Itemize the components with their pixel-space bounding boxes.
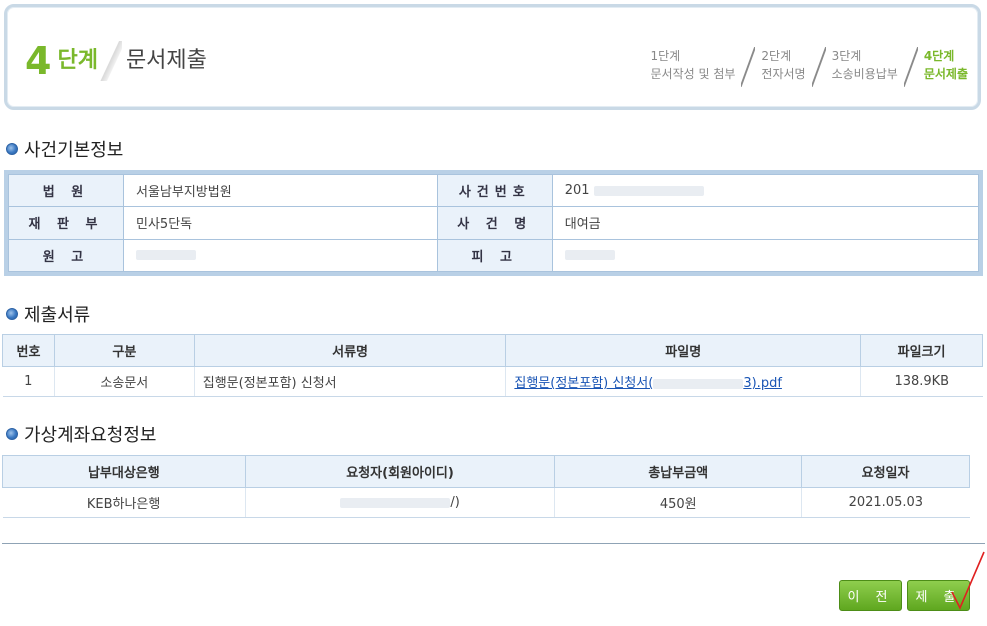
virtual-account-title: 가상계좌요청정보 (24, 425, 157, 446)
redacted-block (136, 250, 196, 261)
virtual-account-table: 납부대상은행 요청자(회원아이디) 총납부금액 요청일자 KEB하나은행 /) … (2, 455, 970, 518)
step-separator-icon (903, 47, 918, 87)
column-header: 번호 (2, 334, 55, 367)
slash-divider-icon (99, 41, 122, 81)
file-name-prefix: 집행문(정본포함) 신청서( (514, 376, 654, 391)
prev-button[interactable]: 이 전 (839, 580, 902, 611)
step-separator-icon (811, 47, 826, 87)
redacted-block (653, 378, 744, 389)
column-header: 파일크기 (860, 334, 983, 367)
column-header: 구분 (53, 334, 195, 367)
column-header: 파일명 (505, 334, 862, 367)
bullet-icon (6, 143, 18, 155)
step-item-desc: 문서제출 (923, 67, 968, 81)
case-number-value: 201 (564, 183, 590, 199)
case-info-title: 사건기본정보 (24, 140, 124, 161)
step-header: 4 단계 문서제출 1단계 문서작성 및 첨부 2단계 전자서명 3단계 소송비… (4, 4, 981, 110)
step-item-desc: 전자서명 (761, 67, 806, 81)
column-header: 서류명 (193, 334, 507, 367)
step-item-label: 3단계 (831, 49, 862, 63)
documents-table: 번호 구분 서류명 파일명 파일크기 1 소송문서 집행문(정본포함) 신청서 … (2, 334, 983, 397)
divider (2, 543, 985, 544)
step-number: 4 (25, 39, 52, 83)
bullet-icon (6, 428, 18, 440)
plaintiff-label: 원 고 (8, 238, 124, 273)
step-item-2: 2단계 전자서명 (761, 47, 805, 83)
step-word: 단계 (57, 48, 98, 73)
division-label: 재 판 부 (8, 206, 124, 240)
redacted-block (340, 497, 451, 508)
case-info-heading: 사건기본정보 (6, 136, 123, 162)
doc-type: 소송문서 (53, 366, 195, 397)
column-header: 요청일자 (801, 455, 970, 488)
table-row: 1 소송문서 집행문(정본포함) 신청서 집행문(정본포함) 신청서( 3).pd… (2, 366, 983, 397)
redacted-block (564, 250, 615, 261)
column-header: 총납부금액 (554, 455, 803, 488)
court-label: 법 원 (8, 173, 124, 208)
file-link[interactable]: 집행문(정본포함) 신청서( 3).pdf (514, 376, 782, 391)
doc-name: 집행문(정본포함) 신청서 (193, 366, 506, 397)
case-number-cell: 201 (551, 173, 980, 208)
step-item-label: 4단계 (923, 49, 955, 63)
case-number-label: 사건번호 (436, 173, 553, 208)
defendant-label: 피 고 (436, 238, 553, 273)
file-name-suffix: 3).pdf (743, 376, 782, 391)
doc-number: 1 (2, 366, 55, 397)
case-name-value: 대여금 (551, 206, 980, 240)
bullet-icon (6, 308, 18, 320)
virtual-account-heading: 가상계좌요청정보 (6, 421, 156, 447)
court-value: 서울남부지방법원 (123, 173, 438, 208)
step-name: 문서제출 (125, 48, 207, 73)
step-item-label: 2단계 (761, 49, 792, 63)
case-name-label: 사 건 명 (436, 206, 553, 240)
step-item-1: 1단계 문서작성 및 첨부 (650, 47, 735, 83)
column-header: 요청자(회원아이디) (244, 455, 556, 488)
current-step-title: 4 단계 문서제출 (25, 41, 207, 81)
requester-suffix: /) (450, 495, 460, 510)
defendant-value (551, 238, 980, 273)
total-amount: 450원 (554, 487, 802, 518)
bank-name: KEB하나은행 (2, 487, 246, 518)
step-item-4: 4단계 문서제출 (924, 47, 968, 83)
checkmark-icon (951, 551, 985, 610)
file-size: 138.9KB (860, 366, 983, 397)
requester-cell: /) (244, 487, 555, 518)
table-row: KEB하나은행 /) 450원 2021.05.03 (2, 487, 970, 518)
step-progress: 1단계 문서작성 및 첨부 2단계 전자서명 3단계 소송비용납부 4단계 문서… (650, 47, 968, 87)
step-item-label: 1단계 (650, 49, 681, 63)
documents-title: 제출서류 (24, 305, 91, 326)
step-item-desc: 소송비용납부 (831, 67, 898, 81)
step-item-desc: 문서작성 및 첨부 (650, 67, 736, 81)
division-value: 민사5단독 (123, 206, 438, 240)
plaintiff-value (123, 238, 438, 273)
case-info-table: 법 원 서울남부지방법원 사건번호 201 재 판 부 민사5단독 사 건 명 … (4, 170, 983, 276)
redacted-block (593, 185, 704, 196)
column-header: 납부대상은행 (2, 455, 246, 488)
documents-heading: 제출서류 (6, 301, 90, 327)
file-name-cell: 집행문(정본포함) 신청서( 3).pdf (505, 366, 861, 397)
request-date: 2021.05.03 (801, 487, 970, 518)
step-item-3: 3단계 소송비용납부 (832, 47, 898, 83)
step-separator-icon (741, 47, 756, 87)
